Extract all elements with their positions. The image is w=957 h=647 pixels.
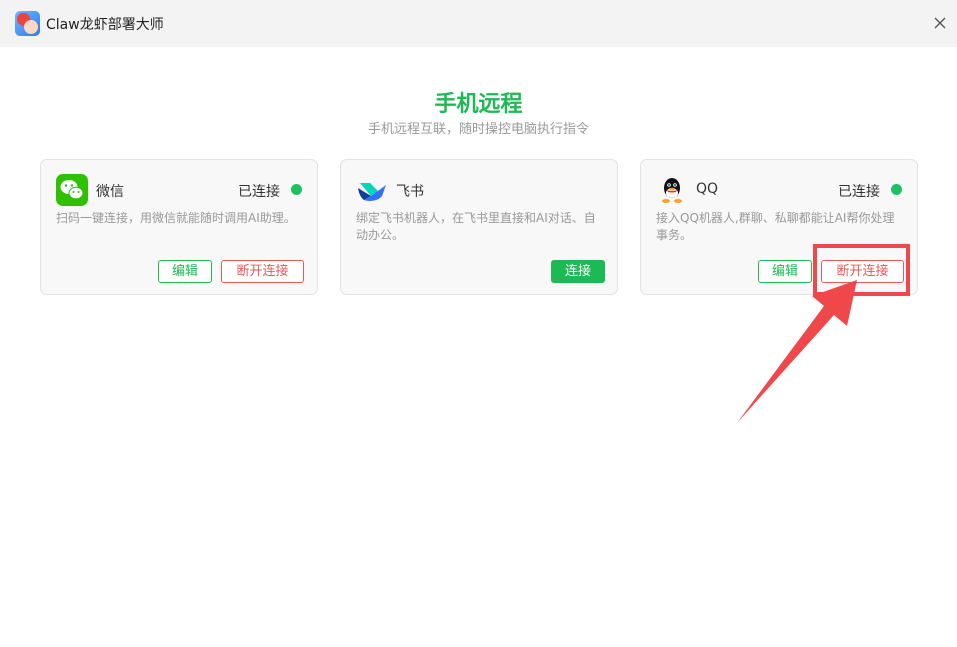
status-text: 已连接 — [838, 184, 880, 200]
disconnect-button[interactable]: 断开连接 — [221, 260, 304, 283]
wechat-icon — [56, 174, 88, 206]
highlight-box — [813, 244, 910, 296]
card-name: QQ — [696, 181, 719, 197]
card-wechat: 微信 已连接 扫码一键连接，用微信就能随时调用AI助理。 编辑 断开连接 — [40, 159, 318, 295]
page-title: 手机远程 — [434, 92, 523, 117]
main-content — [0, 47, 957, 647]
card-description: 绑定飞书机器人，在飞书里直接和AI对话、自动办公。 — [356, 211, 596, 242]
close-icon[interactable] — [930, 13, 950, 33]
app-title: Claw龙虾部署大师 — [46, 17, 164, 33]
qq-icon — [662, 178, 682, 203]
connect-button[interactable]: 连接 — [551, 260, 605, 283]
title-bar: Claw龙虾部署大师 — [0, 0, 957, 47]
card-name: 飞书 — [396, 184, 424, 200]
edit-button[interactable]: 编辑 — [758, 260, 812, 283]
status-dot-icon — [891, 184, 902, 195]
edit-button[interactable]: 编辑 — [158, 260, 212, 283]
status-dot-icon — [291, 184, 302, 195]
feishu-icon — [358, 183, 386, 201]
card-feishu: 飞书 绑定飞书机器人，在飞书里直接和AI对话、自动办公。 连接 — [340, 159, 618, 295]
app-logo-icon — [15, 11, 40, 36]
card-description: 接入QQ机器人,群聊、私聊都能让AI帮你处理事务。 — [656, 211, 895, 242]
card-description: 扫码一键连接，用微信就能随时调用AI助理。 — [56, 211, 296, 225]
card-name: 微信 — [96, 184, 124, 200]
page-subtitle: 手机远程互联，随时操控电脑执行指令 — [367, 122, 589, 137]
status-text: 已连接 — [238, 184, 280, 200]
